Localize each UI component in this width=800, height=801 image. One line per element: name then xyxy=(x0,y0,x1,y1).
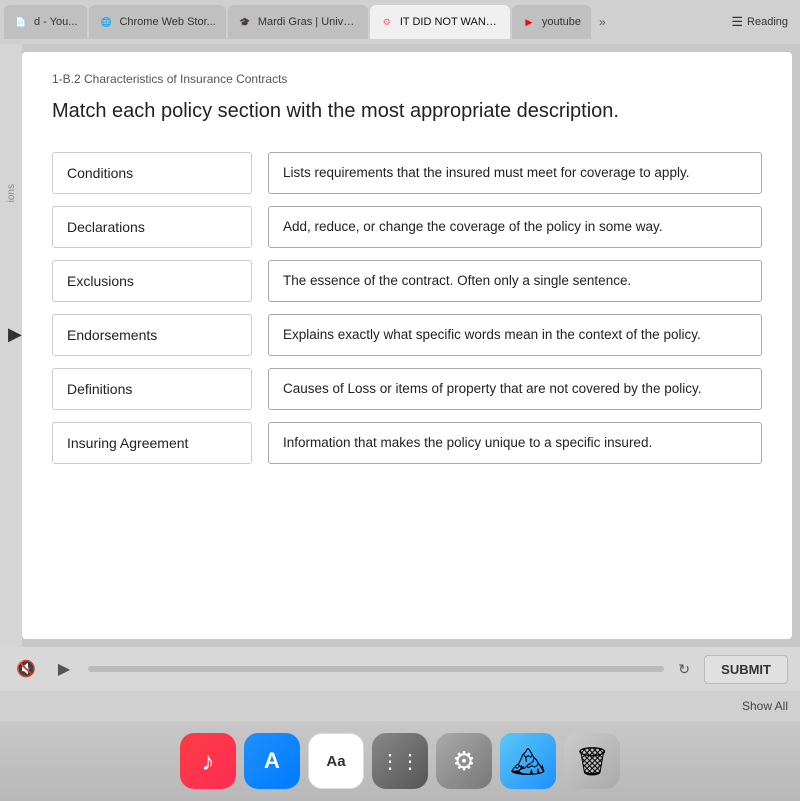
reading-list-label: Reading xyxy=(747,16,788,28)
tab-it-did-not[interactable]: ⚙ IT DID NOT WANT... xyxy=(370,5,510,39)
desc-exclusions[interactable]: The essence of the contract. Often only … xyxy=(268,260,762,302)
desc-conditions[interactable]: Lists requirements that the insured must… xyxy=(268,152,762,194)
dictionary-icon: Aa xyxy=(326,753,345,770)
tab-label-mardi: Mardi Gras | Unive... xyxy=(258,16,358,28)
dock-icon-appstore[interactable]: A xyxy=(244,733,300,789)
progress-bar[interactable] xyxy=(88,666,664,672)
term-exclusions[interactable]: Exclusions xyxy=(52,260,252,302)
play-button[interactable]: ▶ xyxy=(50,655,78,683)
tab-youtube[interactable]: ▶ youtube xyxy=(512,5,591,39)
appstore-icon: A xyxy=(264,748,280,774)
term-conditions[interactable]: Conditions xyxy=(52,152,252,194)
submit-button[interactable]: SUBMIT xyxy=(704,655,788,684)
finder-icon: 🏔 xyxy=(510,745,546,778)
desc-definitions[interactable]: Causes of Loss or items of property that… xyxy=(268,368,762,410)
tab-favicon-mardi: 🎓 xyxy=(238,15,252,29)
tab-label-youtube: youtube xyxy=(542,16,581,28)
term-endorsements[interactable]: Endorsements xyxy=(52,314,252,356)
match-row-6: Insuring Agreement Information that make… xyxy=(52,422,762,464)
dock-icon-music[interactable]: ♪ xyxy=(180,733,236,789)
tab-favicon-it: ⚙ xyxy=(380,15,394,29)
sidebar-hint-label: ions xyxy=(6,184,17,202)
lesson-code: 1-B.2 Characteristics of Insurance Contr… xyxy=(52,72,762,86)
tab-you[interactable]: 📄 d - You... xyxy=(4,5,87,39)
tab-mardi[interactable]: 🎓 Mardi Gras | Unive... xyxy=(228,5,368,39)
match-row-2: Declarations Add, reduce, or change the … xyxy=(52,206,762,248)
reading-list-button[interactable]: ☰ Reading xyxy=(723,10,796,34)
sidebar-hint: ions ▶ xyxy=(0,44,22,647)
show-all-label[interactable]: Show All xyxy=(742,699,788,713)
tab-label-chrome: Chrome Web Stor... xyxy=(119,16,215,28)
tab-favicon-chrome: 🌐 xyxy=(99,15,113,29)
dock-icon-system-prefs[interactable]: ⚙ xyxy=(436,733,492,789)
dock: ♪ A Aa ⋮⋮ ⚙ 🏔 🗑 xyxy=(0,721,800,801)
trash-icon: 🗑 xyxy=(574,745,610,778)
match-row-4: Endorsements Explains exactly what speci… xyxy=(52,314,762,356)
refresh-icon[interactable]: ↻ xyxy=(674,659,694,679)
tab-label-it: IT DID NOT WANT... xyxy=(400,16,500,28)
term-declarations[interactable]: Declarations xyxy=(52,206,252,248)
launchpad-icon: ⋮⋮ xyxy=(380,749,420,774)
dock-icon-trash[interactable]: 🗑 xyxy=(564,733,620,789)
tab-favicon-you: 📄 xyxy=(14,15,28,29)
more-tabs-icon[interactable]: » xyxy=(593,15,612,29)
dock-icon-dictionary[interactable]: Aa xyxy=(308,733,364,789)
match-row-3: Exclusions The essence of the contract. … xyxy=(52,260,762,302)
desc-insuring-agreement[interactable]: Information that makes the policy unique… xyxy=(268,422,762,464)
tab-favicon-youtube: ▶ xyxy=(522,15,536,29)
bottom-toolbar: 🔇 ▶ ↻ SUBMIT xyxy=(0,647,800,691)
match-row-1: Conditions Lists requirements that the i… xyxy=(52,152,762,194)
desc-declarations[interactable]: Add, reduce, or change the coverage of t… xyxy=(268,206,762,248)
dock-icon-finder[interactable]: 🏔 xyxy=(500,733,556,789)
match-row-5: Definitions Causes of Loss or items of p… xyxy=(52,368,762,410)
show-all-bar: Show All xyxy=(0,691,800,721)
mouse-cursor: ▶ xyxy=(8,324,22,345)
tab-label-you: d - You... xyxy=(34,16,77,28)
desc-endorsements[interactable]: Explains exactly what specific words mea… xyxy=(268,314,762,356)
content-card: 1-B.2 Characteristics of Insurance Contr… xyxy=(22,52,792,639)
term-insuring-agreement[interactable]: Insuring Agreement xyxy=(52,422,252,464)
matching-container: Conditions Lists requirements that the i… xyxy=(52,152,762,464)
music-icon: ♪ xyxy=(202,746,215,777)
system-prefs-icon: ⚙ xyxy=(452,746,475,777)
tab-bar: 📄 d - You... 🌐 Chrome Web Stor... 🎓 Mard… xyxy=(0,0,800,44)
term-definitions[interactable]: Definitions xyxy=(52,368,252,410)
question-title: Match each policy section with the most … xyxy=(52,98,762,124)
browser-content: ions ▶ 1-B.2 Characteristics of Insuranc… xyxy=(0,44,800,647)
dock-icon-launchpad[interactable]: ⋮⋮ xyxy=(372,733,428,789)
tab-chrome[interactable]: 🌐 Chrome Web Stor... xyxy=(89,5,225,39)
reading-list-icon: ☰ xyxy=(731,14,743,30)
audio-button[interactable]: 🔇 xyxy=(12,655,40,683)
